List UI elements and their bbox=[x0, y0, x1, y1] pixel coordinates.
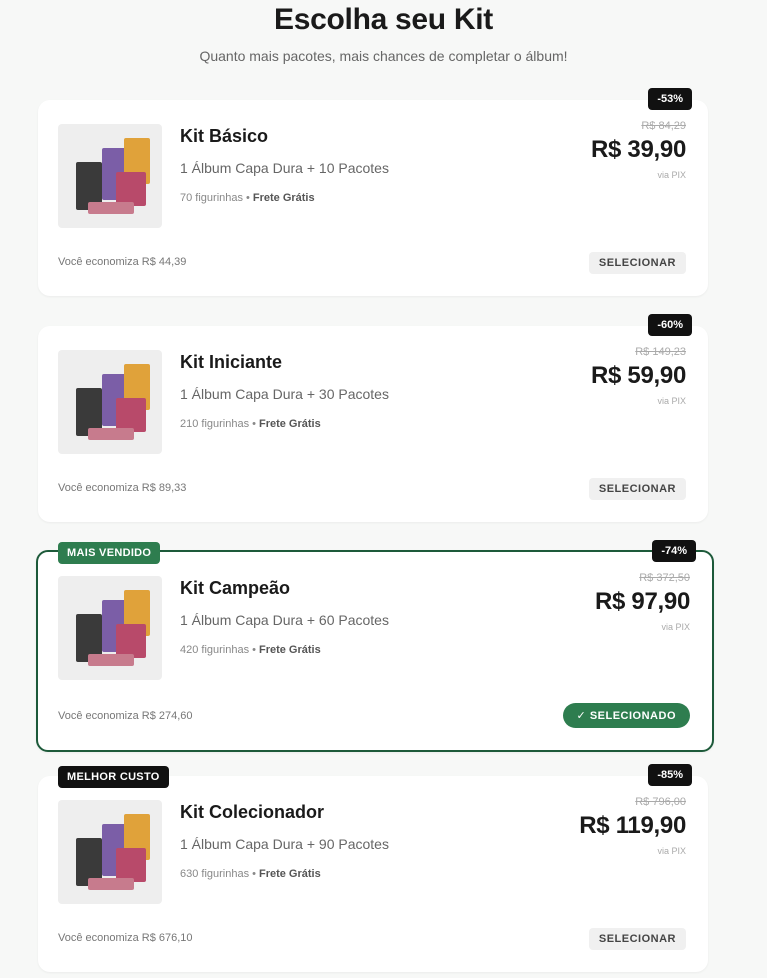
price-block: R$ 84,29 R$ 39,90 via PIX bbox=[591, 120, 686, 180]
price-block: R$ 796,00 R$ 119,90 via PIX bbox=[579, 796, 686, 856]
old-price: R$ 84,29 bbox=[641, 120, 686, 132]
kit-card-campeao[interactable]: MAIS VENDIDO -74% Kit Campeão 1 Álbum Ca… bbox=[36, 540, 714, 752]
sticker-count: 420 figurinhas bbox=[180, 644, 250, 656]
page-subtitle: Quanto mais pacotes, mais chances de com… bbox=[199, 48, 568, 64]
kit-name: Kit Campeão bbox=[180, 578, 291, 598]
savings-text: Você economiza R$ 274,60 bbox=[58, 710, 193, 722]
page-title: Escolha seu Kit bbox=[274, 3, 493, 36]
sticker-count: 630 figurinhas bbox=[180, 868, 250, 880]
savings-text: Você economiza R$ 89,33 bbox=[58, 482, 187, 494]
discount-badge: -74% bbox=[652, 540, 696, 562]
shipping-label: Frete Grátis bbox=[258, 644, 321, 656]
sticker-count: 210 figurinhas bbox=[180, 418, 250, 430]
kit-card-iniciante[interactable]: -60% Kit Iniciante 1 Álbum Capa Dura + 3… bbox=[38, 314, 708, 522]
current-price: R$ 59,90 bbox=[590, 362, 686, 389]
payment-method: via PIX bbox=[657, 396, 686, 406]
kit-description: 1 Álbum Capa Dura + 30 Pacotes bbox=[180, 386, 389, 402]
shipping-label: Frete Grátis bbox=[252, 192, 315, 204]
savings-text: Você economiza R$ 44,39 bbox=[58, 256, 187, 268]
kit-meta: 420 figurinhas • Frete Grátis bbox=[180, 644, 321, 656]
kit-description: 1 Álbum Capa Dura + 10 Pacotes bbox=[180, 160, 389, 176]
kit-card-colecionador[interactable]: MELHOR CUSTO -85% Kit Colecionador 1 Álb… bbox=[38, 764, 708, 972]
price-block: R$ 149,23 R$ 59,90 via PIX bbox=[591, 346, 686, 406]
kit-card-basico[interactable]: -53% Kit Básico 1 Álbum Capa Dura + 10 P… bbox=[38, 88, 708, 296]
kit-name: Kit Colecionador bbox=[180, 802, 325, 822]
kit-name: Kit Iniciante bbox=[180, 352, 283, 372]
current-price: R$ 119,90 bbox=[579, 812, 686, 839]
kit-image bbox=[58, 576, 162, 680]
old-price: R$ 796,00 bbox=[635, 796, 686, 808]
kit-description: 1 Álbum Capa Dura + 60 Pacotes bbox=[180, 612, 389, 628]
select-button[interactable]: SELECIONAR bbox=[588, 928, 686, 950]
payment-method: via PIX bbox=[657, 170, 686, 180]
current-price: R$ 97,90 bbox=[594, 588, 690, 615]
discount-badge: -85% bbox=[648, 764, 692, 786]
kit-meta: 630 figurinhas • Frete Grátis bbox=[180, 868, 321, 880]
select-button[interactable]: SELECIONAR bbox=[588, 478, 686, 500]
select-button[interactable]: SELECIONAR bbox=[588, 252, 686, 274]
payment-method: via PIX bbox=[657, 846, 686, 856]
price-block: R$ 372,50 R$ 97,90 via PIX bbox=[595, 572, 690, 632]
savings-text: Você economiza R$ 676,10 bbox=[58, 932, 193, 944]
old-price: R$ 149,23 bbox=[635, 346, 686, 358]
kit-meta: 210 figurinhas • Frete Grátis bbox=[180, 418, 321, 430]
kit-image bbox=[58, 124, 162, 228]
payment-method: via PIX bbox=[661, 622, 690, 632]
kit-image bbox=[58, 350, 162, 454]
kit-name: Kit Básico bbox=[180, 126, 269, 146]
best-value-ribbon: MELHOR CUSTO bbox=[58, 766, 169, 788]
discount-badge: -60% bbox=[648, 314, 692, 336]
current-price: R$ 39,90 bbox=[590, 136, 686, 163]
kit-meta: 70 figurinhas • Frete Grátis bbox=[180, 192, 315, 204]
page-header: Escolha seu Kit Quanto mais pacotes, mai… bbox=[0, 0, 767, 64]
selected-button[interactable]: ✓ SELECIONADO bbox=[562, 703, 690, 728]
best-seller-ribbon: MAIS VENDIDO bbox=[58, 542, 161, 564]
sticker-count: 70 figurinhas bbox=[180, 192, 243, 204]
discount-badge: -53% bbox=[648, 88, 692, 110]
shipping-label: Frete Grátis bbox=[258, 868, 321, 880]
old-price: R$ 372,50 bbox=[639, 572, 690, 584]
shipping-label: Frete Grátis bbox=[258, 418, 321, 430]
kit-image bbox=[58, 800, 162, 904]
kit-description: 1 Álbum Capa Dura + 90 Pacotes bbox=[180, 836, 389, 852]
